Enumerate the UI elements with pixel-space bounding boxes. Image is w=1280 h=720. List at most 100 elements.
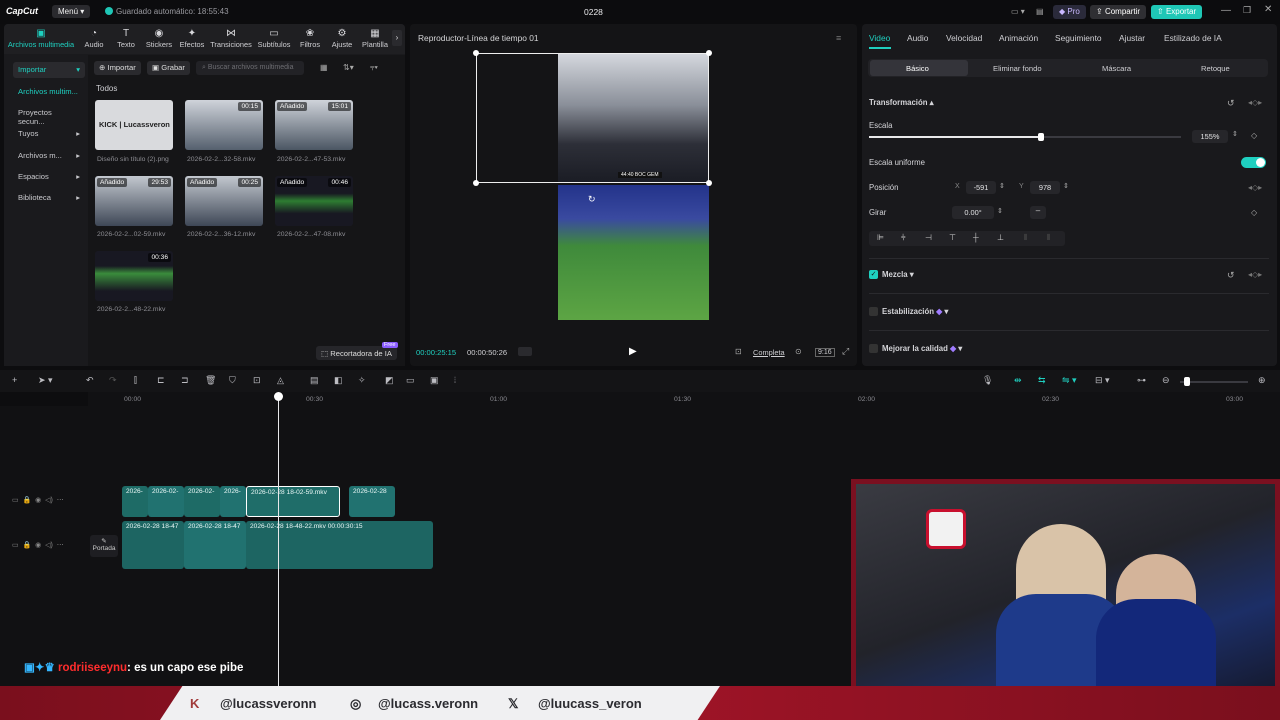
cover-button[interactable]: ✎ Portada	[90, 535, 118, 557]
ai-cutout-button[interactable]: ⬚ Recortadora de IA	[316, 346, 397, 360]
tab-filters[interactable]: ❀ Filtros	[292, 27, 328, 51]
undo-icon[interactable]: ↶	[86, 375, 94, 386]
align-bottom-icon[interactable]: ⊥	[997, 233, 1004, 242]
player-menu-icon[interactable]: ≡	[836, 33, 841, 43]
linkage-icon[interactable]: ⇆	[1038, 375, 1046, 386]
track2-controls[interactable]: ▭ 🔒 ◉ ◁) ⋯	[12, 541, 64, 549]
align-middle-icon[interactable]: ┼	[973, 233, 979, 242]
fit-timeline-icon[interactable]: ⊟ ▾	[1095, 375, 1110, 386]
crop-icon[interactable]: ⊡	[735, 347, 742, 356]
keyframe-icon[interactable]: ◂◇▸	[1248, 183, 1262, 192]
export-button[interactable]: ⇧ Exportar	[1151, 5, 1203, 19]
reset-icon[interactable]: ↺	[1227, 270, 1235, 281]
position-x-input[interactable]: -591	[966, 181, 996, 194]
pos-x-stepper-icon[interactable]: ⇕	[999, 182, 1005, 190]
video-clip[interactable]: 2026-02-28	[349, 486, 395, 517]
stabilization-checkbox[interactable]	[869, 307, 878, 316]
align-right-icon[interactable]: ⊣	[925, 233, 932, 242]
tab-audio[interactable]: ◔ Audio	[76, 27, 112, 51]
minimize-icon[interactable]: —	[1221, 5, 1231, 16]
tab-audio-props[interactable]: Audio	[907, 33, 928, 43]
maximize-icon[interactable]: ❐	[1243, 5, 1251, 16]
scale-slider[interactable]	[869, 133, 1181, 141]
freeze-icon[interactable]: ▤	[310, 375, 319, 386]
track1-controls[interactable]: ▭ 🔒 ◉ ◁) ⋯	[12, 496, 64, 504]
marker-icon[interactable]: ⛉	[229, 375, 236, 386]
video-clip-selected[interactable]: 2026-02-28 18-02-59.mkv	[246, 486, 340, 517]
sidebar-item-files[interactable]: Archivos m... ▸	[13, 148, 85, 164]
video-clip[interactable]: 2026-02-	[148, 486, 184, 517]
tab-tracking[interactable]: Seguimiento	[1055, 33, 1102, 43]
keyframe-icon[interactable]: ◂◇▸	[1248, 270, 1262, 279]
uniform-scale-toggle[interactable]	[1241, 157, 1266, 168]
tab-animation[interactable]: Animación	[999, 33, 1038, 43]
snapshot-icon[interactable]: ⊙	[795, 347, 802, 356]
media-thumb[interactable]: Añadido 29:53	[95, 176, 173, 226]
reverse-icon[interactable]: ◬	[277, 375, 284, 386]
subtab-basic[interactable]: Básico	[906, 64, 929, 73]
rotate-stepper-icon[interactable]: ⇕	[997, 207, 1003, 215]
resize-handle[interactable]	[706, 50, 712, 56]
media-thumb[interactable]: Añadido 00:46	[275, 176, 353, 226]
position-y-input[interactable]: 978	[1030, 181, 1060, 194]
keyframe-icon[interactable]: ◂◇▸	[1248, 98, 1262, 107]
view-toggle-icon[interactable]: ▦	[320, 63, 328, 72]
preview-axis-icon[interactable]: ⇋ ▾	[1062, 375, 1077, 386]
tab-adjust-props[interactable]: Ajustar	[1119, 33, 1145, 43]
sidebar-item-library[interactable]: Biblioteca ▸	[13, 190, 85, 206]
subtab-retouch[interactable]: Retoque	[1201, 64, 1230, 73]
layout-icon[interactable]: ▭ ▾	[1005, 5, 1031, 19]
ratio-button[interactable]: 9:16	[815, 348, 835, 357]
rotate-handle-icon[interactable]: ↻	[588, 194, 596, 205]
zoom-fit-icon[interactable]: ⊶	[1137, 375, 1146, 386]
video-clip[interactable]: 2026-02-28 18-47	[122, 521, 184, 569]
align-center-icon[interactable]: ⫩	[901, 233, 906, 243]
resize-handle[interactable]	[473, 50, 479, 56]
align-left-icon[interactable]: ⊫	[877, 233, 884, 242]
video-clip[interactable]: 2026-02-28 18-48-22.mkv 00:00:30:15	[246, 521, 433, 569]
tab-ai-style[interactable]: Estilizado de IA	[1164, 33, 1222, 43]
snap-main-icon[interactable]: ⇹	[1014, 375, 1022, 386]
image-tool-icon[interactable]: ▣	[430, 375, 439, 386]
tab-transitions[interactable]: ⋈ Transiciones	[208, 27, 254, 51]
tab-media[interactable]: ▣ Archivos multimedia	[4, 27, 78, 51]
zoom-in-icon[interactable]: ⊕	[1258, 375, 1266, 386]
mix-checkbox[interactable]: ✓	[869, 270, 878, 279]
fit-button[interactable]: Completa	[753, 348, 785, 357]
sidebar-item-secondary-projects[interactable]: Proyectos secun...	[13, 105, 85, 126]
align-top-icon[interactable]: ⊤	[949, 233, 956, 242]
record-button[interactable]: ▣ Grabar	[147, 61, 190, 75]
toolbar-next-icon[interactable]: ›	[392, 30, 402, 46]
video-clip[interactable]: 2026-	[122, 486, 148, 517]
video-bottom-layer[interactable]	[558, 185, 709, 320]
scale-input[interactable]: 155%	[1192, 130, 1228, 143]
resize-handle[interactable]	[706, 180, 712, 186]
video-clip[interactable]: 2026-02-28 18-47	[184, 521, 246, 569]
subtab-remove-bg[interactable]: Eliminar fondo	[993, 64, 1042, 73]
tab-speed[interactable]: Velocidad	[946, 33, 982, 43]
caption-icon[interactable]: ▭	[406, 375, 415, 386]
scale-slider-knob[interactable]	[1037, 133, 1044, 141]
crop-tool-icon[interactable]: ⊡	[253, 375, 261, 386]
selection-frame[interactable]	[476, 53, 709, 183]
import-button[interactable]: ⊕ Importar	[94, 61, 141, 75]
rotate-input[interactable]: 0.00°	[952, 206, 994, 219]
audio-wave-icon[interactable]: ⦙	[454, 375, 456, 386]
media-search-input[interactable]: ⌕ Buscar archivos multimedia	[196, 61, 304, 75]
zoom-out-icon[interactable]: ⊖	[1162, 375, 1170, 386]
mirror-icon[interactable]: ◧	[334, 375, 343, 386]
keyframe-icon[interactable]: ◇	[1251, 131, 1257, 140]
sort-icon[interactable]: ⇅▾	[343, 63, 354, 72]
rotate-flip-icon[interactable]: –	[1030, 206, 1046, 219]
pos-y-stepper-icon[interactable]: ⇕	[1063, 182, 1069, 190]
tab-adjust[interactable]: ⚙ Ajuste	[324, 27, 360, 51]
keyboard-icon[interactable]: ▤	[1030, 5, 1050, 19]
scale-stepper-icon[interactable]: ⇕	[1232, 130, 1238, 138]
menu-button[interactable]: Menú ▾	[52, 5, 91, 18]
tab-text[interactable]: T Texto	[108, 27, 144, 51]
media-thumb[interactable]: Añadido 00:25	[185, 176, 263, 226]
sidebar-item-yours[interactable]: Tuyos ▸	[13, 126, 85, 142]
tab-template[interactable]: ▦ Plantilla	[358, 27, 392, 51]
keyframe-icon[interactable]: ◇	[1251, 208, 1257, 217]
timeline-toggle-icon[interactable]	[518, 347, 532, 356]
